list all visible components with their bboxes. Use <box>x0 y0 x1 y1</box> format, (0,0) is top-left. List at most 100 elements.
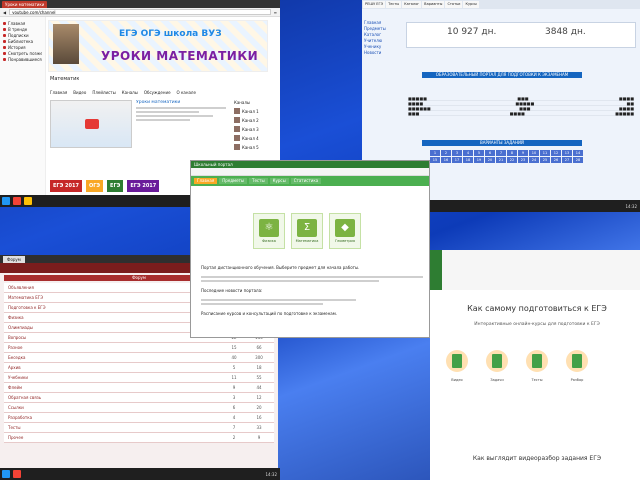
ege-menu-item[interactable]: Ученику <box>364 44 404 49</box>
subject-tile[interactable]: ⚛ Физика <box>253 213 285 249</box>
task-number[interactable]: 8 <box>507 150 517 156</box>
task-number[interactable]: 18 <box>463 157 473 163</box>
yt-url-input[interactable] <box>9 9 271 15</box>
task-number[interactable]: 2 <box>441 150 451 156</box>
ege-menu-item[interactable]: Предметы <box>364 26 404 31</box>
forum-row[interactable]: Флейм 9 44 <box>4 383 274 393</box>
task-number[interactable]: 14 <box>573 150 583 156</box>
task-number[interactable]: 7 <box>496 150 506 156</box>
task-number[interactable]: 22 <box>507 157 517 163</box>
promo-banner[interactable]: ОГЭ <box>85 180 104 192</box>
channel-item[interactable]: Канал 1 <box>234 108 278 114</box>
portal-nav-item[interactable]: Главная <box>194 178 218 184</box>
start-icon[interactable] <box>2 470 10 478</box>
promo-banner[interactable]: ЕГЭ 2017 <box>127 180 160 192</box>
yt-video-player[interactable] <box>50 100 132 148</box>
forum-name[interactable]: Тесты <box>4 425 224 430</box>
back-icon[interactable]: ◀ <box>3 10 6 15</box>
task-number[interactable]: 12 <box>551 150 561 156</box>
channel-item[interactable]: Канал 2 <box>234 117 278 123</box>
channel-tab[interactable]: О канале <box>177 90 196 95</box>
start-icon[interactable] <box>2 197 10 205</box>
forum-name[interactable]: Флейм <box>4 385 224 390</box>
forum-row[interactable]: Учебники 11 55 <box>4 373 274 383</box>
channel-tab[interactable]: Каналы <box>122 90 138 95</box>
task-number[interactable]: 4 <box>463 150 473 156</box>
ege-menu-item[interactable]: Учителю <box>364 38 404 43</box>
promo-banner[interactable]: ЕГЭ <box>107 180 124 192</box>
ege-tab[interactable]: Курсы <box>463 1 479 8</box>
task-number[interactable]: 1 <box>430 150 440 156</box>
forum-row[interactable]: Разработка 4 16 <box>4 413 274 423</box>
forum-name[interactable]: Разное <box>4 345 224 350</box>
task-number[interactable]: 21 <box>496 157 506 163</box>
portal-nav-item[interactable]: Предметы <box>219 178 248 184</box>
task-number[interactable]: 16 <box>441 157 451 163</box>
forum-posts: 18 <box>256 365 262 370</box>
subject-tile[interactable]: Σ Математика <box>291 213 323 249</box>
sidebar-item[interactable]: Смотреть позже <box>3 50 42 56</box>
channel-tab[interactable]: Плейлисты <box>92 90 115 95</box>
browser-icon[interactable] <box>13 470 21 478</box>
task-number[interactable]: 23 <box>518 157 528 163</box>
forum-row[interactable]: Прочее 2 9 <box>4 433 274 443</box>
channel-tab[interactable]: Главная <box>50 90 67 95</box>
forum-name[interactable]: Обратная связь <box>4 395 224 400</box>
ege-menu-item[interactable]: Каталог <box>364 32 404 37</box>
channel-item[interactable]: Канал 5 <box>234 144 278 150</box>
portal-nav-item[interactable]: Тесты <box>249 178 268 184</box>
task-number[interactable]: 9 <box>518 150 528 156</box>
task-number[interactable]: 26 <box>551 157 561 163</box>
ege-tab[interactable]: Каталог <box>402 1 422 8</box>
ege-menu-item[interactable]: Новости <box>364 50 404 55</box>
forum-name[interactable]: Ссылки <box>4 405 224 410</box>
task-number[interactable]: 24 <box>529 157 539 163</box>
ege-tab[interactable]: Статьи <box>445 1 463 8</box>
forum-row[interactable]: Обратная связь 3 12 <box>4 393 274 403</box>
forum-row[interactable]: Разное 15 66 <box>4 343 274 353</box>
forum-row[interactable]: Ссылки 6 20 <box>4 403 274 413</box>
sidebar-item[interactable]: Понравившиеся <box>3 56 42 62</box>
ege-menu-item[interactable]: Главная <box>364 20 404 25</box>
promo-banner[interactable]: ЕГЭ 2017 <box>50 180 82 192</box>
channel-item[interactable]: Канал 3 <box>234 126 278 132</box>
ege-tab[interactable]: Тесты <box>386 1 402 8</box>
task-number[interactable]: 5 <box>474 150 484 156</box>
forum-name[interactable]: Разработка <box>4 415 224 420</box>
ege-tab[interactable]: Варианты <box>422 1 445 8</box>
forum-tab[interactable]: Форум <box>3 255 25 263</box>
task-number[interactable]: 3 <box>452 150 462 156</box>
portal-nav-item[interactable]: Статистика <box>290 178 322 184</box>
task-number[interactable]: 28 <box>573 157 583 163</box>
task-number[interactable]: 15 <box>430 157 440 163</box>
task-number[interactable]: 20 <box>485 157 495 163</box>
channel-tab[interactable]: Видео <box>73 90 86 95</box>
forum-name[interactable]: Архив <box>4 365 224 370</box>
yt-tab[interactable]: Уроки математики <box>2 0 48 8</box>
portal-nav-item[interactable]: Курсы <box>269 178 289 184</box>
ege-tab[interactable]: РЕШУ ЕГЭ <box>363 1 386 8</box>
forum-row[interactable]: Архив 5 18 <box>4 363 274 373</box>
task-number[interactable]: 25 <box>540 157 550 163</box>
channel-item[interactable]: Канал 4 <box>234 135 278 141</box>
task-number[interactable]: 6 <box>485 150 495 156</box>
forum-name[interactable]: Беседка <box>4 355 224 360</box>
task-number[interactable]: 27 <box>562 157 572 163</box>
task-number[interactable]: 10 <box>529 150 539 156</box>
video-title[interactable]: Уроки математики <box>136 100 226 105</box>
task-number[interactable]: 17 <box>452 157 462 163</box>
forum-row[interactable]: Тесты 7 33 <box>4 423 274 433</box>
forum-row[interactable]: Беседка 40 300 <box>4 353 274 363</box>
portal-address-bar[interactable] <box>191 168 429 176</box>
task-number[interactable]: 11 <box>540 150 550 156</box>
forum-name[interactable]: Учебники <box>4 375 224 380</box>
forum-name[interactable]: Прочее <box>4 435 224 440</box>
subject-tile[interactable]: ◆ Геометрия <box>329 213 361 249</box>
play-icon[interactable] <box>85 119 99 129</box>
channel-tab[interactable]: Обсуждение <box>144 90 171 95</box>
menu-icon[interactable]: ≡ <box>274 10 277 15</box>
task-number[interactable]: 19 <box>474 157 484 163</box>
task-number[interactable]: 13 <box>562 150 572 156</box>
browser-icon[interactable] <box>13 197 21 205</box>
folder-icon[interactable] <box>24 197 32 205</box>
